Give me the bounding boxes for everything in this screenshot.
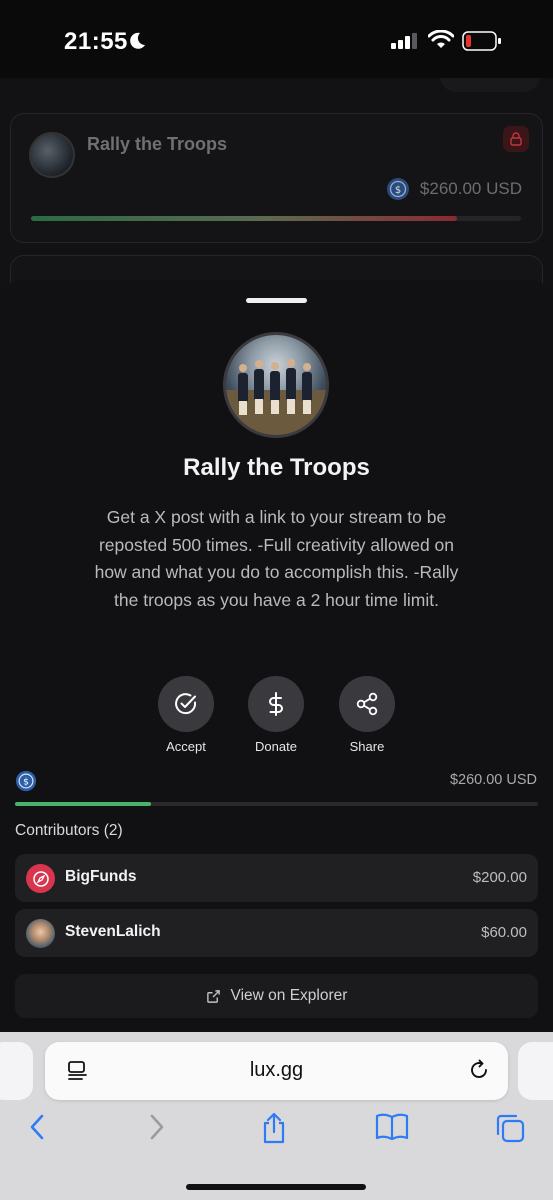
previous-tab-preview[interactable] bbox=[0, 1042, 33, 1100]
reload-icon[interactable] bbox=[468, 1059, 490, 1081]
share-icon bbox=[356, 692, 378, 716]
background-quest-card[interactable]: Rally the Troops $ $260.00 USD bbox=[10, 113, 543, 243]
battery-low-icon bbox=[462, 31, 501, 51]
contributor-name: BigFunds bbox=[65, 868, 137, 885]
funding-progress bbox=[15, 802, 538, 806]
url-text: lux.gg bbox=[249, 1059, 304, 1081]
funding-progress-fill bbox=[15, 802, 151, 806]
contributor-name: StevenLalich bbox=[65, 923, 161, 940]
signal-icon bbox=[391, 33, 417, 49]
quest-detail-sheet: Rally the Troops Get a X post with a lin… bbox=[0, 280, 553, 1040]
address-bar[interactable]: lux.gg bbox=[45, 1042, 508, 1100]
quest-card-title: Rally the Troops bbox=[87, 134, 228, 154]
total-amount: $260.00 USD bbox=[449, 772, 537, 788]
usdc-icon: $ bbox=[386, 178, 409, 200]
external-link-icon bbox=[206, 989, 220, 1003]
accept-circle[interactable] bbox=[158, 676, 214, 732]
quest-card-amount: $260.00 USD bbox=[419, 179, 522, 198]
wifi-icon bbox=[428, 30, 454, 48]
contributor-row[interactable]: BigFunds $200.00 bbox=[15, 854, 538, 902]
next-tab-preview[interactable] bbox=[518, 1042, 553, 1100]
quest-description: Get a X post with a link to your stream … bbox=[94, 507, 459, 610]
quest-card-progress-fill bbox=[31, 216, 458, 221]
back-icon[interactable] bbox=[26, 1112, 48, 1142]
compass-icon bbox=[32, 870, 49, 887]
quest-card-progress bbox=[31, 216, 521, 221]
usdc-icon: $ bbox=[15, 770, 37, 792]
contributor-row[interactable]: StevenLalich $60.00 bbox=[15, 909, 538, 957]
contributor-amount: $200.00 bbox=[472, 869, 527, 886]
donate-label: Donate bbox=[255, 739, 297, 754]
tabs-icon[interactable] bbox=[494, 1112, 526, 1144]
donate-circle[interactable] bbox=[248, 676, 304, 732]
svg-text:$: $ bbox=[395, 185, 401, 196]
contributor-avatar bbox=[26, 919, 55, 948]
status-bar: 21:55 bbox=[0, 0, 553, 78]
quest-card-amount-row: $ $260.00 USD bbox=[386, 177, 522, 201]
moon-icon bbox=[130, 32, 145, 49]
quest-image bbox=[223, 332, 329, 438]
contributor-avatar bbox=[26, 864, 55, 893]
accept-label: Accept bbox=[166, 739, 206, 754]
quest-thumbnail bbox=[29, 132, 75, 178]
bookmarks-icon[interactable] bbox=[375, 1112, 409, 1142]
home-indicator bbox=[186, 1184, 366, 1190]
contributor-amount: $60.00 bbox=[481, 924, 527, 941]
share-button[interactable]: Share bbox=[327, 676, 407, 754]
forward-icon[interactable] bbox=[146, 1112, 168, 1142]
check-circle-icon bbox=[175, 693, 197, 715]
browser-toolbar bbox=[0, 1112, 553, 1152]
share-icon[interactable] bbox=[259, 1112, 289, 1144]
lock-icon bbox=[503, 126, 529, 152]
browser-chrome: lux.gg bbox=[0, 1032, 553, 1200]
contributors-heading: Contributors (2) bbox=[15, 822, 123, 839]
status-time: 21:55 bbox=[64, 28, 128, 55]
sheet-drag-handle[interactable] bbox=[246, 298, 307, 303]
share-label: Share bbox=[349, 739, 385, 754]
share-circle[interactable] bbox=[339, 676, 395, 732]
quest-title: Rally the Troops bbox=[183, 454, 370, 481]
dollar-icon bbox=[269, 692, 283, 716]
svg-text:$: $ bbox=[23, 777, 29, 788]
donate-button[interactable]: Donate bbox=[236, 676, 316, 754]
view-on-explorer-label: View on Explorer bbox=[230, 987, 348, 1004]
accept-button[interactable]: Accept bbox=[146, 676, 226, 754]
view-on-explorer-button[interactable]: View on Explorer bbox=[15, 974, 538, 1018]
